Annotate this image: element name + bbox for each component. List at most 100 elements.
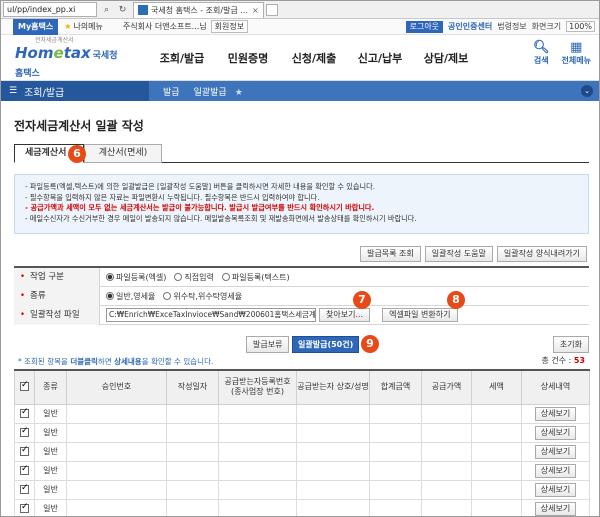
form-row-kind: • 종류 일반,영세율 위수탁,위수탁영세율 [14, 286, 589, 306]
notice-box: 파일등록(엑셀,텍스트)에 의한 일괄발급은 [일괄작성 도움말] 버튼을 클릭… [14, 174, 589, 234]
column-header[interactable]: 합계금액 [369, 369, 422, 405]
logo-part-e: e [53, 44, 64, 62]
column-header[interactable]: 종류 [34, 369, 67, 405]
radio-excel[interactable]: 파일등록(엑셀) [106, 272, 166, 283]
supply-amount-cell [421, 460, 472, 481]
bulk-issue-button[interactable]: 일괄발급(50건) [292, 336, 360, 353]
breadcrumb-main[interactable]: ☰ 조회/발급 [1, 81, 149, 101]
select-all-checkbox[interactable] [20, 380, 29, 392]
column-header[interactable]: 공급가액 [421, 369, 472, 405]
radio-consignment[interactable]: 위수탁,위수탁영세율 [163, 291, 242, 302]
new-tab-button[interactable] [265, 3, 278, 16]
select-cell [14, 460, 35, 481]
table-row[interactable]: 일반 상세보기 [14, 441, 590, 462]
close-tab-icon[interactable]: × [252, 6, 259, 15]
table-row[interactable]: 일반 상세보기 [14, 460, 590, 481]
zoom-select[interactable]: 100% [566, 21, 595, 32]
detail-cell: 상세보기 [521, 403, 590, 424]
column-header[interactable]: 상세내역 [521, 369, 590, 405]
column-header[interactable]: 공급받는자 상호/성명 [296, 369, 370, 405]
nav-inquiry-issue[interactable]: 조회/발급 [149, 50, 215, 66]
detail-view-button[interactable]: 상세보기 [534, 463, 577, 478]
convert-excel-button[interactable]: 엑셀파일 변환하기 [382, 308, 458, 322]
grid-header-row: 종류 승인번호 작성일자 공급받는자등록번호 (종사업장 번호) 공급받는자 상… [14, 369, 590, 405]
table-row[interactable]: 일반 상세보기 [14, 498, 590, 516]
table-row[interactable]: 일반 상세보기 [14, 403, 590, 424]
logo-part-1: Hom [15, 44, 54, 62]
row-checkbox[interactable] [20, 407, 29, 418]
nav-consult-report[interactable]: 상담/제보 [413, 50, 479, 66]
row-checkbox[interactable] [20, 483, 29, 494]
issue-list-button[interactable]: 발급목록 조회 [360, 246, 421, 262]
reset-button[interactable]: 초기화 [552, 336, 589, 353]
kind-cell: 일반 [34, 498, 67, 516]
radio-icon [221, 273, 230, 281]
detail-view-button[interactable]: 상세보기 [534, 406, 577, 421]
breadcrumb-bulk-label: 일괄발급 [193, 87, 227, 98]
utility-bar: My홈택스 ★ 나의메뉴 주식회사 더앤소프트...님 회원정보 로그아웃 공인인… [1, 18, 599, 35]
buyer-reg-cell [218, 422, 297, 443]
row-checkbox[interactable] [20, 426, 29, 437]
breadcrumb-issue-label: 발급 [163, 87, 180, 98]
table-row[interactable]: 일반 상세보기 [14, 479, 590, 500]
radio-direct[interactable]: 직접입력 [174, 272, 214, 283]
select-cell [14, 479, 35, 500]
detail-cell: 상세보기 [521, 441, 590, 462]
buyer-reg-cell [218, 460, 297, 481]
breadcrumb-bulk-issue[interactable]: 일괄발급 ★ [194, 85, 243, 98]
column-header[interactable]: 작성일자 [166, 369, 219, 405]
browser-tab[interactable]: 국세청 홈택스 - 조회/발급 ... × [133, 1, 264, 18]
column-header[interactable]: 세액 [471, 369, 522, 405]
all-menu-button[interactable]: ▦ 전체메뉴 [562, 41, 591, 66]
logout-button[interactable]: 로그아웃 [405, 20, 444, 33]
supply-amount-cell [421, 441, 472, 462]
tax-amount-cell [471, 479, 522, 500]
form-label: • 작업 구분 [14, 267, 100, 287]
row-checkbox[interactable] [20, 464, 29, 475]
write-date-cell [166, 460, 219, 481]
nav-report-payment[interactable]: 신고/납부 [347, 50, 413, 66]
browse-button[interactable]: 찾아보기... [319, 308, 371, 322]
detail-view-button[interactable]: 상세보기 [534, 425, 577, 440]
nav-application[interactable]: 신청/제출 [281, 50, 347, 66]
nav-civil-certificates[interactable]: 민원증명 [215, 50, 281, 66]
tax-law-link[interactable]: 법령정보 [497, 21, 526, 32]
hold-issue-button[interactable]: 발급보류 [246, 336, 290, 353]
tab-invoice-exempt[interactable]: 계산서(면세) [84, 144, 162, 163]
file-path-input[interactable]: C:₩Enrich₩ExceTaxInvioce₩Sand₩200601홈택스세… [106, 308, 316, 322]
my-menu-link[interactable]: ★ 나의메뉴 [64, 21, 103, 32]
notice-line: 파일등록(엑셀,텍스트)에 의한 일괄발급은 [일괄작성 도움말] 버튼을 클릭… [25, 182, 588, 193]
expand-icon[interactable]: ⌄ [581, 85, 593, 97]
buyer-name-cell [296, 441, 370, 462]
search-button[interactable]: 🔍︎ 검색 [533, 41, 550, 66]
write-date-cell [166, 498, 219, 516]
write-date-cell [166, 479, 219, 500]
column-header[interactable]: 공급받는자등록번호 (종사업장 번호) [218, 369, 297, 405]
buyer-reg-cell [218, 498, 297, 516]
row-checkbox[interactable] [20, 502, 29, 513]
detail-view-button[interactable]: 상세보기 [534, 501, 577, 516]
table-row[interactable]: 일반 상세보기 [14, 422, 590, 443]
count-label: 총 건수 : [541, 356, 574, 365]
member-info-button[interactable]: 회원정보 [210, 20, 249, 33]
radio-label: 일반,영세율 [116, 291, 156, 301]
address-bar[interactable]: ul/pp/index_pp.xi [3, 2, 97, 17]
download-template-button[interactable]: 일괄작성 양식내려가기 [496, 246, 587, 262]
my-hometax-button[interactable]: My홈택스 [13, 18, 59, 35]
bulk-help-button[interactable]: 일괄작성 도움말 [424, 246, 493, 262]
search-icon[interactable]: ⌕ [100, 3, 113, 16]
radio-icon [174, 273, 183, 281]
breadcrumb-issue[interactable]: 발급 [163, 85, 180, 98]
buyer-reg-cell [218, 403, 297, 424]
radio-general[interactable]: 일반,영세율 [106, 291, 155, 302]
select-cell [14, 498, 35, 516]
row-checkbox[interactable] [20, 445, 29, 456]
radio-text[interactable]: 파일등록(텍스트) [221, 272, 290, 283]
column-header[interactable]: 승인번호 [66, 369, 167, 405]
detail-view-button[interactable]: 상세보기 [534, 482, 577, 497]
buyer-name-cell [296, 403, 370, 424]
detail-view-button[interactable]: 상세보기 [534, 444, 577, 459]
cert-center-link[interactable]: 공인인증센터 [448, 21, 492, 32]
hometax-logo[interactable]: 전자세금계산서 Hometax 국세청홈택스 [15, 35, 125, 80]
refresh-icon[interactable]: ↻ [116, 3, 129, 16]
